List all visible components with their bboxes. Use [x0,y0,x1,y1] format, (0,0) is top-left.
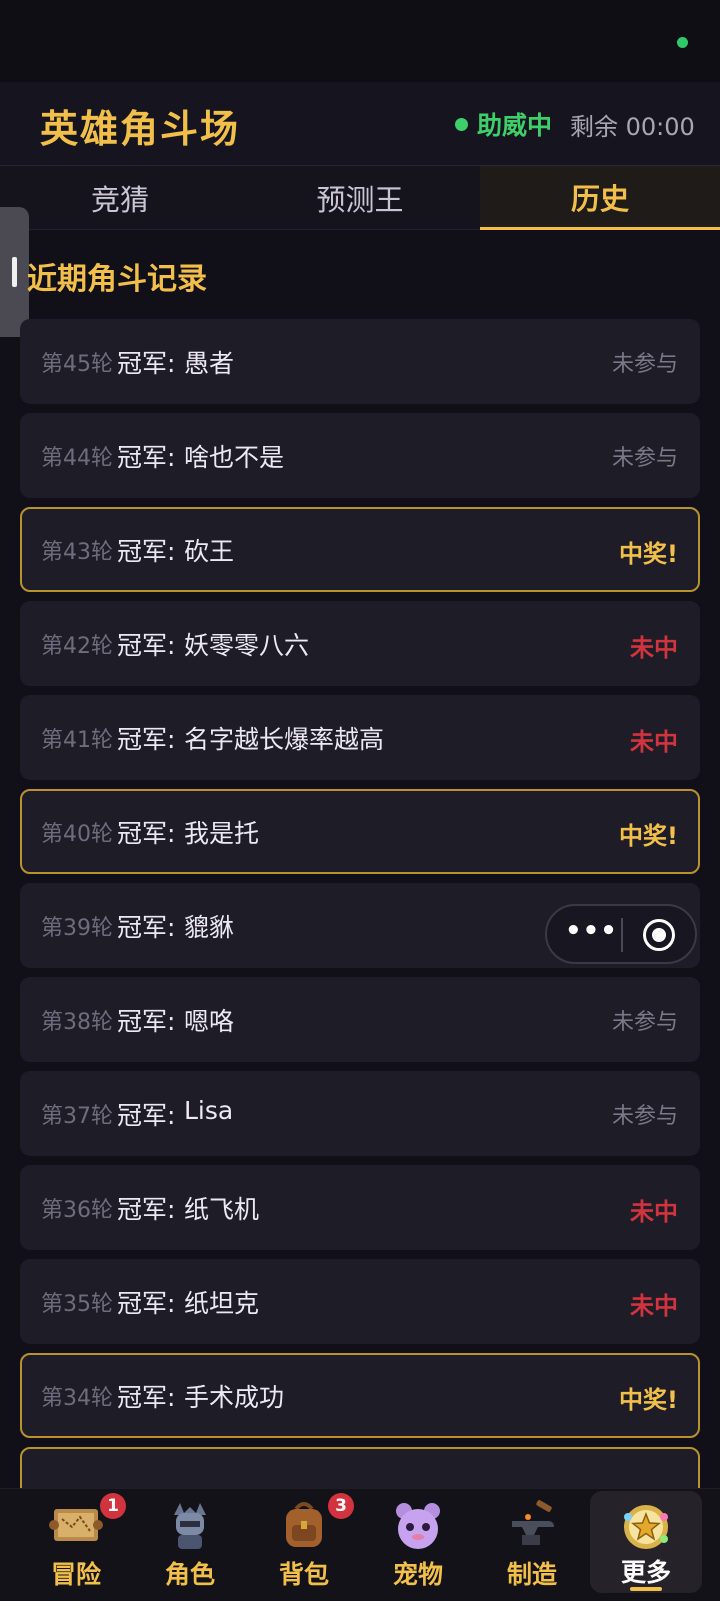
champion-label: 冠军: [117,349,176,378]
result-badge: 未参与 [611,446,678,471]
champion-label: 冠军: [117,1383,176,1412]
nav-item-3[interactable]: 宠物 [362,1489,474,1601]
notification-badge: 1 [100,1493,126,1519]
champion-label: 冠军: [117,725,176,754]
status-indicator-dot [677,37,688,48]
more-dots-icon[interactable]: ••• [565,916,618,946]
record-row[interactable]: 第43轮 冠军: 砍王 中奖! [20,507,700,592]
app-header: 英雄角斗场 助威中 剩余 00:00 [0,82,720,166]
round-label: 第34轮 [41,1386,113,1411]
champion-name: 纸坦克 [184,1289,260,1318]
champion-label: 冠军: [117,1289,176,1318]
record-row[interactable]: 第42轮 冠军: 妖零零八六 未中 [20,601,700,686]
target-icon[interactable] [643,919,675,951]
pet-icon [390,1497,446,1553]
nav-item-0[interactable]: 冒险 1 [20,1489,132,1601]
round-label: 第40轮 [41,822,113,847]
bottom-nav: 冒险 1 角色 背包 3 宠物 制造 更多 [0,1488,720,1600]
nav-item-2[interactable]: 背包 3 [248,1489,360,1601]
champion-name: 啥也不是 [184,443,285,472]
nav-label: 更多 [620,1558,671,1587]
side-drawer-handle[interactable] [0,207,29,337]
mini-program-capsule: ••• [545,904,697,964]
record-row[interactable]: 第41轮 冠军: 名字越长爆率越高 未中 [20,695,700,780]
round-label: 第44轮 [41,446,113,471]
round-label: 第39轮 [41,916,113,941]
record-row[interactable]: 第37轮 冠军: Lisa 未参与 [20,1071,700,1156]
round-label: 第45轮 [41,352,113,377]
record-row[interactable]: 第34轮 冠军: 手术成功 中奖! [20,1353,700,1438]
record-row[interactable]: 第44轮 冠军: 啥也不是 未参与 [20,413,700,498]
nav-label: 角色 [164,1560,215,1589]
anvil-icon [504,1497,560,1553]
champion-name: 名字越长爆率越高 [184,725,385,754]
champion-label: 冠军: [117,631,176,660]
record-row[interactable]: 第36轮 冠军: 纸飞机 未中 [20,1165,700,1250]
nav-label: 宠物 [392,1560,443,1589]
round-label: 第37轮 [41,1104,113,1129]
map-scroll-icon [48,1497,104,1553]
champion-label: 冠军: [117,913,176,942]
tab-bar: 竞猜 预测王 历史 [0,166,720,230]
result-badge: 未中 [630,1198,678,1226]
champion-name: 嗯咯 [184,1007,235,1036]
result-badge: 未中 [630,634,678,662]
champion-name: 砍王 [184,537,235,566]
record-row[interactable]: 第35轮 冠军: 纸坦克 未中 [20,1259,700,1344]
section-title: 近期角斗记录 [27,262,207,297]
nav-label: 背包 [278,1560,329,1589]
record-row[interactable]: 第40轮 冠军: 我是托 中奖! [20,789,700,874]
live-dot-icon [455,118,468,131]
capsule-divider [621,918,623,952]
tab-history[interactable]: 历史 [480,166,720,230]
backpack-icon [276,1497,332,1553]
result-badge: 未参与 [611,352,678,377]
champion-label: 冠军: [117,1195,176,1224]
result-badge: 未中 [630,728,678,756]
remaining-timer: 剩余 00:00 [570,113,695,141]
result-badge: 中奖! [619,822,678,850]
champion-name: 我是托 [184,819,260,848]
champion-name: 手术成功 [184,1383,285,1412]
champion-label: 冠军: [117,1007,176,1036]
champion-label: 冠军: [117,537,176,566]
round-label: 第41轮 [41,728,113,753]
round-label: 第43轮 [41,540,113,565]
nav-item-4[interactable]: 制造 [476,1489,588,1601]
nav-label: 制造 [506,1560,557,1589]
more-star-icon [618,1499,674,1555]
result-badge: 未参与 [611,1104,678,1129]
nav-item-5[interactable]: 更多 [590,1491,702,1593]
result-badge: 中奖! [619,540,678,568]
app-title: 英雄角斗场 [40,107,241,151]
round-label: 第38轮 [41,1010,113,1035]
live-status: 助威中 [477,111,553,140]
notification-badge: 3 [328,1493,354,1519]
nav-label: 冒险 [50,1560,101,1589]
tab-guess[interactable]: 竞猜 [0,166,240,230]
tab-predict-king[interactable]: 预测王 [240,166,480,230]
champion-name: 纸飞机 [184,1195,260,1224]
status-bar [0,0,720,82]
knight-icon [162,1497,218,1553]
champion-label: 冠军: [117,1101,176,1130]
champion-label: 冠军: [117,443,176,472]
active-indicator [630,1587,662,1591]
champion-label: 冠军: [117,819,176,848]
champion-name: 妖零零八六 [184,631,310,660]
result-badge: 中奖! [619,1386,678,1414]
record-row[interactable]: 第38轮 冠军: 嗯咯 未参与 [20,977,700,1062]
handle-grip-icon [12,257,17,287]
result-badge: 未参与 [611,1010,678,1035]
champion-name: 貔貅 [184,913,235,942]
round-label: 第35轮 [41,1292,113,1317]
record-row[interactable]: 第45轮 冠军: 愚者 未参与 [20,319,700,404]
nav-item-1[interactable]: 角色 [134,1489,246,1601]
round-label: 第42轮 [41,634,113,659]
champion-name: Lisa [184,1096,234,1125]
result-badge: 未中 [630,1292,678,1320]
champion-name: 愚者 [184,349,235,378]
round-label: 第36轮 [41,1198,113,1223]
record-row[interactable] [20,1447,700,1489]
